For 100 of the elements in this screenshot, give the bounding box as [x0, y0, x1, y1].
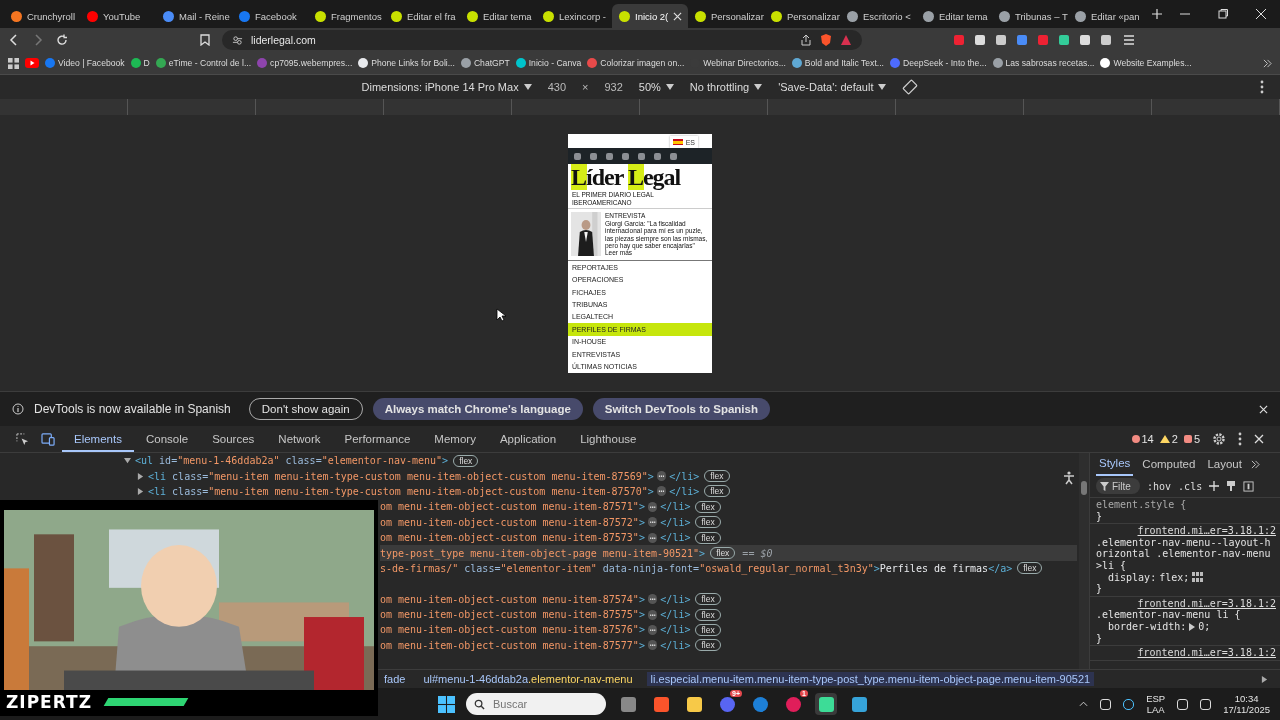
devtools-tab[interactable]: Application [487, 426, 569, 452]
clock-time[interactable]: 10:34 [1234, 693, 1259, 704]
width-field[interactable]: 430 [547, 81, 566, 93]
styles-tab[interactable]: Computed [1139, 453, 1199, 475]
styles-tab[interactable]: Layout [1204, 453, 1245, 475]
infobar-message: DevTools is now available in Spanish [34, 402, 231, 416]
devtools-tab[interactable]: Network [266, 426, 333, 452]
code-text: s-de-firmas/" class="elementor-item" data-ninja-font="oswald_regular_normal_t3n3y">Perfiles de firmas</a> [380, 562, 1013, 574]
throttling-dropdown[interactable]: No throttling [689, 81, 763, 93]
expand-button[interactable]: ⋯ [647, 517, 658, 528]
language-code[interactable]: ESP [1146, 693, 1166, 704]
code-row[interactable]: <li class="menu-item menu-item-type-custom menu-item-object-custom menu-item-87570"> ⋯ </li> flex [137, 483, 730, 500]
warning-count[interactable]: 2 [1159, 433, 1178, 445]
expand-button[interactable]: ⋯ [647, 501, 658, 512]
tab-title: YouTube [103, 10, 141, 22]
expand-button[interactable]: ⋯ [647, 594, 658, 605]
device-dropdown[interactable]: Dimensions: iPhone 14 Pro Max [361, 81, 532, 93]
source-link[interactable]: frontend.mi…er=3.18.1:2 [1096, 647, 1276, 659]
code-row[interactable]: om menu-item-object-custom menu-item-87576"> ⋯ </li> flex [380, 622, 721, 638]
code-text: </li> [660, 624, 691, 636]
devtools-tab[interactable]: Sources [200, 426, 267, 452]
code-row[interactable]: om menu-item-object-custom menu-item-87573"> ⋯ </li> flex [380, 529, 721, 546]
bookmark-item[interactable]: Video | Facebook [45, 58, 125, 68]
devtools-tab[interactable]: Lighthouse [568, 426, 649, 452]
bookmark-item[interactable]: Las sabrosas recetas... [992, 58, 1095, 68]
code-row[interactable]: om menu-item-object-custom menu-item-87572"> ⋯ </li> flex [380, 514, 721, 530]
code-row[interactable]: om menu-item-object-custom menu-item-87575"> ⋯ </li> flex [380, 606, 721, 623]
code-text: </li> [660, 639, 691, 651]
tab-title: Facebook [255, 10, 297, 22]
code-text: om menu-item-object-custom menu-item-87577"> [380, 639, 645, 651]
bookmark-item[interactable]: DeepSeek - Into the... [889, 58, 987, 68]
bookmark-item[interactable]: ChatGPT [460, 58, 510, 68]
code-row[interactable]: <ul id="menu-1-46ddab2a" class="elementor-nav-menu"> flex [124, 453, 479, 469]
browser-tab[interactable]: Inicio 2( [612, 4, 688, 28]
breadcrumb-item[interactable]: fade [380, 672, 410, 686]
breadcrumb-item[interactable]: ul#menu-1-46ddab2a.elementor-nav-menu [419, 672, 637, 686]
bookmark-item[interactable]: Webinar Directorios... [690, 58, 786, 68]
browser-tab[interactable]: Editar tema [460, 4, 536, 28]
keyboard-layout[interactable]: LAA [1146, 704, 1165, 715]
code-row[interactable]: om menu-item-object-custom menu-item-87571"> ⋯ </li> flex [380, 499, 721, 515]
bookmark-item[interactable]: Website Examples... [1100, 58, 1192, 68]
zoom-dropdown[interactable]: 50% [638, 81, 674, 93]
expand-button[interactable]: ⋯ [647, 625, 658, 635]
expand-button[interactable]: ⋯ [656, 486, 667, 497]
tab-title: Editar tema [483, 10, 532, 22]
code-row[interactable]: om menu-item-object-custom menu-item-87577"> ⋯ </li> flex [380, 637, 721, 654]
address-field[interactable]: liderlegal.com [222, 30, 862, 50]
code-text: </li> [660, 516, 691, 528]
expand-button[interactable]: ⋯ [656, 471, 667, 482]
infobar-button[interactable]: Always match Chrome's language [372, 398, 583, 420]
bookmark-item[interactable]: Bold and Italic Text... [791, 58, 884, 68]
bookmark-item[interactable]: Inicio - Canva [515, 58, 582, 68]
source-link[interactable]: frontend.mi…er=3.18.1:2 [1096, 597, 1276, 610]
code-row[interactable]: <li class="menu-item menu-item-type-custom menu-item-object-custom menu-item-87569"> ⋯ </li> flex [137, 468, 730, 484]
expand-button[interactable]: ⋯ [647, 532, 658, 543]
closing-brace: } [1096, 510, 1104, 523]
code-row[interactable]: s-de-firmas/" class="elementor-item" data-ninja-font="oswald_regular_normal_t3n3y">Perfiles de firmas</a> flex [380, 560, 1043, 577]
tab-title: Crunchyroll [27, 10, 76, 22]
bookmark-item[interactable]: Colorizar imagen on... [587, 58, 685, 68]
tab-title: Inicio 2( [635, 10, 669, 22]
hover-toggle[interactable]: :hov [1147, 480, 1172, 492]
browser-tab[interactable]: Editar «pan [1068, 4, 1144, 28]
issue-count[interactable]: 5 [1183, 433, 1200, 445]
browser-tab[interactable]: Mail - Reine [156, 4, 232, 28]
browser-tab[interactable]: Editar el fra [384, 4, 460, 28]
browser-tab[interactable]: Fragmentos [308, 4, 384, 28]
breadcrumb-item[interactable]: li.especial.menu-item.menu-item-type-post_type.menu-item-object-page.menu-item-90521 [646, 672, 1095, 686]
devtools-tab[interactable]: Console [133, 426, 201, 452]
code-row[interactable]: om menu-item-object-custom menu-item-87574"> ⋯ </li> flex [380, 591, 721, 607]
code-row[interactable]: type-post_type menu-item-object-page menu-item-90521"> flex == $0 [380, 545, 1077, 561]
devtools-tab[interactable]: Performance [332, 426, 423, 452]
save-data-dropdown[interactable]: 'Save-Data': default [778, 81, 887, 93]
filter-box[interactable]: Filte [1096, 478, 1140, 494]
bookmark-item[interactable]: cp7095.webempres... [257, 58, 353, 68]
class-toggle[interactable]: .cls [1178, 480, 1203, 492]
browser-tab[interactable]: Tribunas – T [992, 4, 1068, 28]
height-field[interactable]: 932 [604, 81, 623, 93]
search-field[interactable]: Buscar [491, 697, 595, 711]
expand-button[interactable]: ⋯ [647, 640, 658, 651]
code-text: </li> [660, 593, 691, 605]
browser-tab[interactable]: Lexincorp - [536, 4, 612, 28]
search-box[interactable]: Buscar [466, 693, 606, 715]
browser-tab[interactable]: Escritorio < [840, 4, 916, 28]
browser-tab[interactable]: Personalizar [764, 4, 840, 28]
browser-tab[interactable]: YouTube [80, 4, 156, 28]
filter-field[interactable]: Filte [1112, 480, 1142, 492]
tab-title: Lexincorp - [559, 10, 606, 22]
browser-tab[interactable]: Editar tema [916, 4, 992, 28]
browser-tab[interactable]: Facebook [232, 4, 308, 28]
clock-date[interactable]: 17/11/2025 [1223, 704, 1270, 715]
devtools-tab[interactable]: Memory [422, 426, 488, 452]
expand-button[interactable]: ⋯ [647, 609, 658, 620]
source-link[interactable]: frontend.mi…er=3.18.1:2 [1096, 525, 1276, 537]
error-count[interactable]: 14 [1131, 433, 1154, 445]
bookmark-item[interactable]: eTime - Control de l... [155, 58, 252, 68]
infobar-button[interactable]: Switch DevTools to Spanish [592, 398, 770, 420]
browser-tab[interactable]: Personalizar [688, 4, 764, 28]
styles-tab[interactable]: Styles [1096, 453, 1134, 476]
browser-tab[interactable]: Crunchyroll [4, 4, 80, 28]
bookmark-item[interactable]: Phone Links for Boli... [358, 58, 455, 68]
